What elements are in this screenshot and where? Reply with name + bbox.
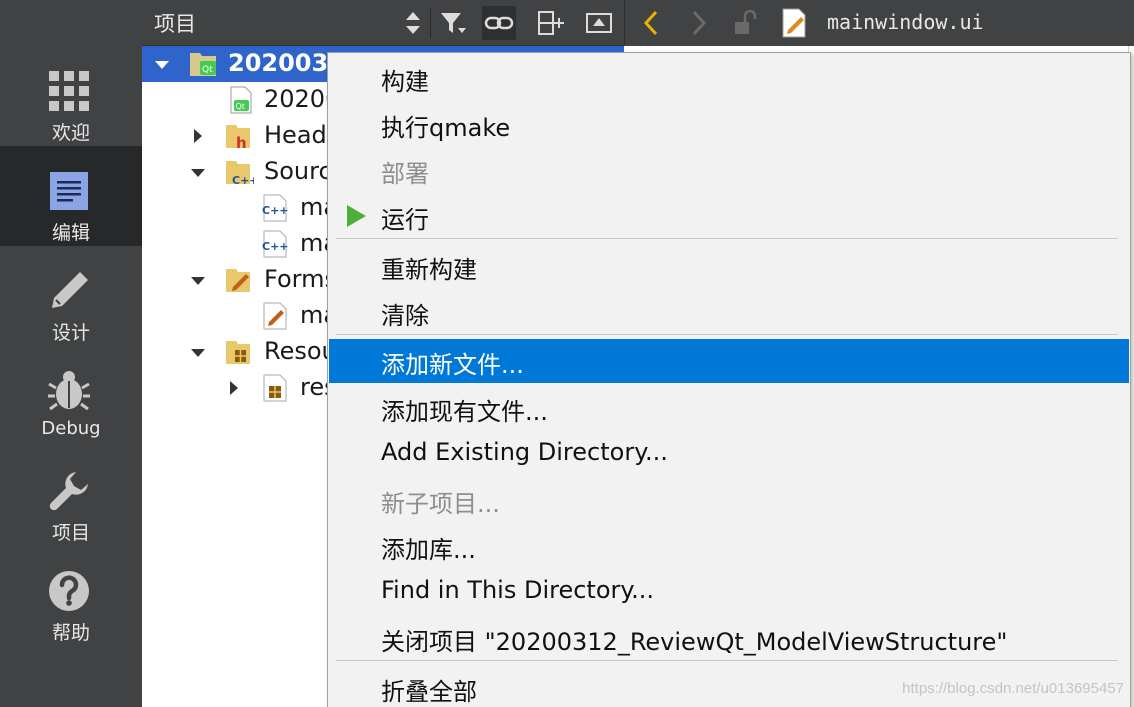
menu-item-label: 新子项目...	[381, 490, 500, 518]
menu-item-label: 构建	[381, 68, 429, 96]
menu-item-label: 运行	[381, 206, 429, 234]
view-selector-sort-icon[interactable]	[396, 6, 430, 40]
watermark: https://blog.csdn.net/u013695457	[902, 680, 1124, 697]
editor-toolbar: mainwindow.ui	[624, 0, 1134, 46]
cpp-file-icon: C++	[260, 193, 290, 223]
mode-projects-label: 项目	[51, 522, 90, 544]
menu-item-label: 部署	[381, 160, 429, 188]
pencil-icon	[46, 268, 92, 314]
mode-help[interactable]: 帮助	[0, 546, 142, 646]
resources-folder-icon	[224, 337, 254, 367]
menu-item-run-qmake[interactable]: 执行qmake	[329, 102, 1129, 144]
menu-item-label: Find in This Directory...	[381, 576, 655, 604]
bug-icon	[46, 368, 92, 414]
menu-separator	[336, 660, 1118, 661]
expand-arrow-icon[interactable]	[188, 118, 208, 154]
mode-edit[interactable]: 编辑	[0, 146, 142, 246]
context-menu: 构建 执行qmake 部署 运行 重新构建 清除 添加新文件... 添加现有文件…	[327, 52, 1131, 707]
menu-item-run[interactable]: 运行	[329, 194, 1129, 236]
back-arrow-icon[interactable]	[635, 6, 669, 40]
svg-text:h: h	[236, 134, 247, 151]
mode-debug[interactable]: Debug	[0, 346, 142, 446]
ui-file-icon	[260, 301, 290, 331]
menu-item-label: 执行qmake	[381, 114, 511, 142]
menu-item-rebuild[interactable]: 重新构建	[329, 244, 1129, 286]
menu-item-new-subproject: 新子项目...	[329, 478, 1129, 520]
menu-item-clean[interactable]: 清除	[329, 290, 1129, 332]
mode-edit-label: 编辑	[51, 222, 90, 244]
svg-text:Qt: Qt	[202, 65, 213, 75]
menu-item-label: 添加库...	[381, 536, 476, 564]
qt-file-icon: Qt	[226, 85, 256, 115]
menu-item-add-new-file[interactable]: 添加新文件...	[329, 339, 1129, 383]
svg-text:C++: C++	[232, 174, 254, 187]
wrench-icon	[46, 468, 92, 514]
filter-icon[interactable]	[436, 6, 470, 40]
expand-arrow-icon[interactable]	[224, 370, 244, 406]
tree-item-label: Sourc	[264, 157, 332, 185]
mode-design-label: 设计	[51, 322, 90, 344]
help-icon	[46, 568, 92, 614]
mode-welcome[interactable]: 欢迎	[0, 46, 142, 146]
collapse-arrow-icon[interactable]	[188, 334, 208, 370]
menu-item-label: 关闭项目 "20200312_ReviewQt_ModelViewStructu…	[381, 628, 1008, 656]
link-icon[interactable]	[482, 6, 516, 40]
headers-folder-icon: h	[224, 121, 254, 152]
menu-item-find-in-directory[interactable]: Find in This Directory...	[329, 570, 1129, 612]
resource-file-icon	[260, 373, 290, 403]
ui-file-icon	[777, 6, 811, 40]
split-icon[interactable]	[534, 6, 568, 40]
close-pane-icon[interactable]	[582, 6, 616, 40]
tree-item-label: Head	[264, 121, 327, 149]
menu-item-label: 添加新文件...	[381, 351, 524, 379]
menu-item-build[interactable]: 构建	[329, 56, 1129, 98]
menu-item-add-existing-directory[interactable]: Add Existing Directory...	[329, 432, 1129, 474]
mode-projects[interactable]: 项目	[0, 446, 142, 546]
svg-text:Qt: Qt	[236, 102, 245, 111]
unlocked-icon[interactable]	[729, 6, 763, 40]
menu-separator	[336, 334, 1118, 335]
svg-text:C++: C++	[262, 204, 289, 217]
mode-help-label: 帮助	[51, 622, 90, 644]
projects-pane-header: 项目	[142, 0, 624, 46]
document-icon	[46, 168, 92, 214]
grid-icon	[46, 68, 92, 114]
menu-item-label: 清除	[381, 302, 429, 330]
sources-folder-icon: C++	[224, 157, 259, 187]
menu-separator	[336, 238, 1118, 239]
mode-design[interactable]: 设计	[0, 246, 142, 346]
mode-selector-bar: 欢迎 编辑 设计 Debug 项目 帮助	[0, 0, 142, 707]
collapse-arrow-icon[interactable]	[188, 154, 208, 190]
mode-debug-label: Debug	[41, 418, 101, 439]
tree-item-label: Resou	[264, 337, 337, 365]
menu-item-label: 重新构建	[381, 256, 477, 284]
forms-folder-icon	[224, 265, 254, 295]
mode-welcome-label: 欢迎	[51, 122, 90, 144]
menu-item-close-project[interactable]: 关闭项目 "20200312_ReviewQt_ModelViewStructu…	[329, 616, 1129, 658]
menu-item-add-library[interactable]: 添加库...	[329, 524, 1129, 566]
collapse-arrow-icon[interactable]	[152, 46, 172, 82]
menu-item-label: 添加现有文件...	[381, 398, 548, 426]
menu-item-deploy: 部署	[329, 148, 1129, 190]
header-separator	[430, 8, 431, 38]
collapse-arrow-icon[interactable]	[188, 262, 208, 298]
cpp-file-icon: C++	[260, 229, 290, 259]
menu-item-label: 折叠全部	[381, 678, 477, 706]
qt-project-icon: Qt	[188, 49, 218, 79]
svg-text:C++: C++	[262, 240, 289, 253]
menu-item-label: Add Existing Directory...	[381, 438, 668, 466]
menu-item-add-existing-files[interactable]: 添加现有文件...	[329, 386, 1129, 428]
run-play-icon	[345, 204, 367, 228]
pane-title: 项目	[154, 12, 196, 36]
forward-arrow-icon[interactable]	[681, 6, 715, 40]
editor-filename: mainwindow.ui	[827, 10, 984, 34]
